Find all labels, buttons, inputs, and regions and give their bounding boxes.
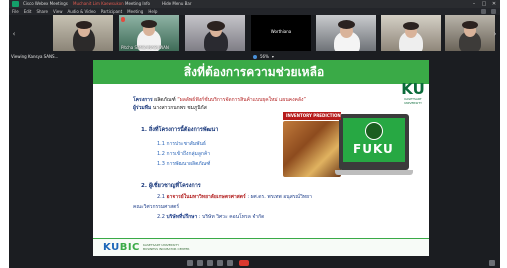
participant-tile[interactable] bbox=[381, 15, 441, 51]
inventory-prediction-graphic: FUKU INVENTORY PREDICTION bbox=[283, 112, 413, 180]
reactions-icon[interactable] bbox=[227, 260, 233, 266]
view-options bbox=[481, 9, 496, 14]
share-icon[interactable] bbox=[207, 260, 213, 266]
ku-logo: KU KASETSART UNIVERSITY bbox=[400, 81, 426, 109]
menu-help[interactable]: Help bbox=[148, 9, 157, 14]
zoom-value: 56% bbox=[260, 54, 269, 59]
need-item: 1.1 การประชาสัมพันธ์ bbox=[157, 141, 206, 147]
kubic-bic: BIC bbox=[119, 242, 140, 253]
kubic-logo: KUBIC bbox=[103, 242, 140, 253]
mute-icon[interactable] bbox=[187, 260, 193, 266]
section-heading-2: 2. ผู้เชี่ยวชาญที่โครงการ bbox=[141, 183, 201, 189]
app-title: Cisco Webex Meetings bbox=[23, 1, 68, 6]
hide-menu-link[interactable]: Hide Menu Bar bbox=[162, 1, 191, 6]
advisor-type: อาจารย์ในมหาวิทยาลัยเกษตรศาสตร์ bbox=[166, 194, 246, 200]
team-line: ผู้ร่วมทีม นางสาวกนกพร ชมภูนิกัส bbox=[133, 104, 207, 112]
participant-tile[interactable] bbox=[53, 15, 113, 51]
advisor-name: : ผศ.ดร. พรเทพ อนุสรณ์วิทยา bbox=[247, 194, 312, 200]
team-names: นางสาวกนกพร ชมภูนิกัส bbox=[152, 105, 207, 111]
shared-slide: สิ่งที่ต้องการความช่วยเหลือ KU KASETSART… bbox=[93, 60, 429, 256]
project-prefix: ผลิตภัณฑ์ bbox=[154, 97, 176, 103]
webex-logo-icon bbox=[12, 1, 19, 7]
promo-brand: FUKU bbox=[353, 142, 394, 156]
close-icon[interactable]: ✕ bbox=[491, 1, 497, 7]
end-call-button[interactable] bbox=[239, 260, 249, 266]
window-controls: – □ ✕ bbox=[471, 1, 497, 7]
participant-tile[interactable] bbox=[445, 15, 495, 51]
kubic-sub-line: BUSINESS INCUBATOR CENTER bbox=[143, 247, 190, 251]
advisor-name: : บริษัท วิศวะ คอนโทรล จำกัด bbox=[198, 214, 265, 220]
layout-icon[interactable] bbox=[481, 9, 486, 14]
webex-window: Cisco Webex Meetings Muchanit Lim Kaewsu… bbox=[9, 0, 500, 268]
participants-icon[interactable] bbox=[489, 260, 495, 266]
participant-hair bbox=[338, 20, 355, 29]
fullscreen-icon[interactable] bbox=[491, 9, 496, 14]
kubic-ku: KU bbox=[103, 242, 120, 253]
strip-next-icon[interactable]: › bbox=[491, 29, 499, 39]
laptop-base bbox=[335, 170, 413, 175]
ku-logo-subtext: KASETSART UNIVERSITY bbox=[404, 97, 422, 105]
advisor-line-1: 2.1 อาจารย์ในมหาวิทยาลัยเกษตรศาสตร์ : ผศ… bbox=[157, 193, 312, 201]
advisor-line-2: 2.2 บริษัทที่ปรึกษา : บริษัท วิศวะ คอนโท… bbox=[157, 213, 264, 221]
participant-tile[interactable]: Pitcha SANSANASUWAN bbox=[119, 15, 179, 51]
participant-name: Pitcha SANSANASUWAN bbox=[121, 45, 169, 50]
record-icon[interactable] bbox=[217, 260, 223, 266]
viewing-label: Viewing Kansya SANS... bbox=[11, 54, 59, 59]
menu-participant[interactable]: Participant bbox=[101, 9, 122, 14]
participant-hair bbox=[141, 20, 157, 28]
participant-hair bbox=[403, 22, 419, 30]
laptop-image: FUKU bbox=[339, 114, 409, 170]
participant-hair bbox=[462, 21, 478, 29]
title-bar: Cisco Webex Meetings Muchanit Lim Kaewsu… bbox=[9, 0, 500, 8]
participant-tile[interactable]: Worthiana bbox=[251, 15, 311, 51]
participant-hair bbox=[76, 21, 92, 29]
advisor-dept: คณะวิศวกรรมศาสตร์ bbox=[133, 204, 180, 210]
slide-title: สิ่งที่ต้องการความช่วยเหลือ bbox=[183, 65, 325, 79]
video-icon[interactable] bbox=[197, 260, 203, 266]
participant-strip: ‹ Pitcha SANSANASUWAN Worthiana › bbox=[9, 15, 500, 55]
maximize-icon[interactable]: □ bbox=[481, 1, 487, 7]
project-name: “ผลลัพธ์ฟังก์ชั่นบริการจัดการสินค้าแบบยุ… bbox=[177, 97, 306, 103]
team-label: ผู้ร่วมทีม bbox=[133, 105, 152, 111]
active-speaker: Muchanit Lim Kaewsukon bbox=[73, 1, 124, 6]
food-photo bbox=[283, 121, 341, 177]
muted-mic-icon bbox=[121, 17, 125, 22]
participant-tile[interactable] bbox=[316, 15, 376, 51]
menu-audio-video[interactable]: Audio & Video bbox=[68, 9, 96, 14]
mascot-icon bbox=[365, 122, 383, 140]
project-line: โครงการ ผลิตภัณฑ์ “ผลลัพธ์ฟังก์ชั่นบริกา… bbox=[133, 96, 306, 104]
menu-bar: File Edit Share View Audio & Video Parti… bbox=[9, 8, 500, 15]
zoom-dropdown-icon[interactable]: ▾ bbox=[272, 54, 274, 59]
advisor-number: 2.1 bbox=[157, 194, 165, 200]
advisor-number: 2.2 bbox=[157, 214, 165, 220]
need-item: 1.2 การเข้าถึงกลุ่มลูกค้า bbox=[157, 151, 211, 157]
meeting-info-link[interactable]: Meeting Info bbox=[125, 1, 150, 6]
ku-logo-text: KU bbox=[401, 80, 425, 98]
participant-name: Worthiana bbox=[270, 29, 292, 34]
zoom-control[interactable]: 56% ▾ bbox=[253, 54, 274, 59]
meeting-toolbar bbox=[9, 258, 500, 268]
participant-tile[interactable] bbox=[185, 15, 245, 51]
section-heading-1: 1. สิ่งที่โครงการนี้ต้องการพัฒนา bbox=[141, 127, 219, 133]
menu-share[interactable]: Share bbox=[36, 9, 48, 14]
zoom-indicator-icon bbox=[253, 54, 257, 59]
strip-prev-icon[interactable]: ‹ bbox=[10, 29, 18, 39]
menu-view[interactable]: View bbox=[53, 9, 63, 14]
participant-hair bbox=[207, 21, 225, 31]
promo-banner: INVENTORY PREDICTION bbox=[283, 112, 341, 120]
advisor-type: บริษัทที่ปรึกษา bbox=[166, 214, 198, 220]
project-label: โครงการ bbox=[133, 97, 153, 103]
kubic-subtitle: KASETSART UNIVERSITY BUSINESS INCUBATOR … bbox=[143, 243, 190, 251]
menu-edit[interactable]: Edit bbox=[24, 9, 32, 14]
minimize-icon[interactable]: – bbox=[471, 1, 477, 7]
laptop-screen: FUKU bbox=[343, 118, 405, 162]
menu-file[interactable]: File bbox=[12, 9, 19, 14]
need-item: 1.3 การพัฒนาผลิตภัณฑ์ bbox=[157, 161, 211, 167]
menu-meeting[interactable]: Meeting bbox=[127, 9, 143, 14]
